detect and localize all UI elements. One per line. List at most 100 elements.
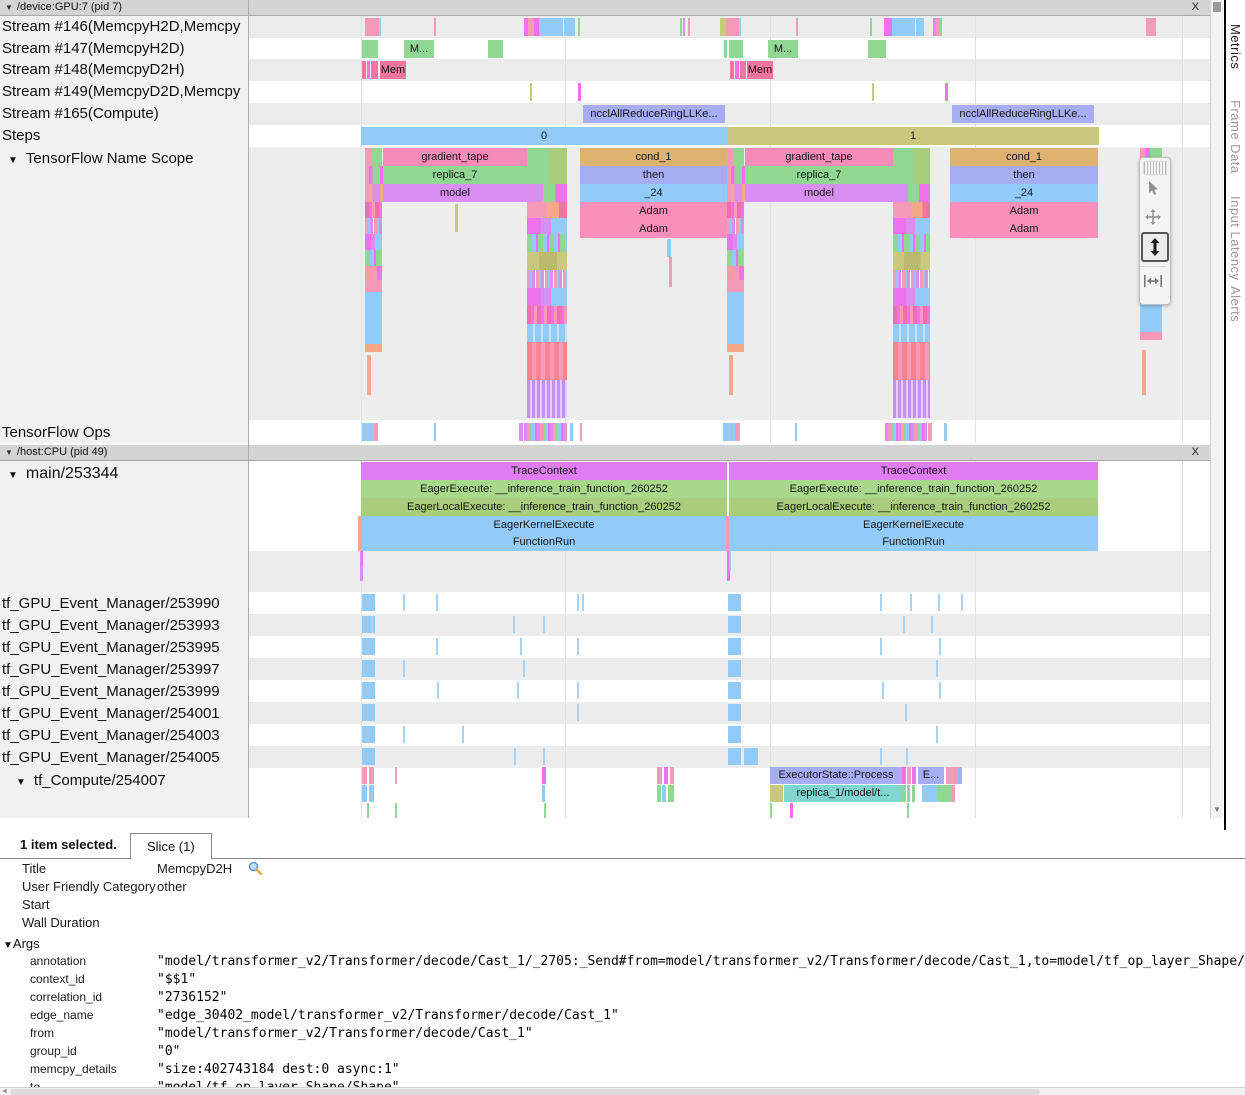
slice[interactable] bbox=[916, 18, 924, 36]
scope-slice[interactable]: model bbox=[745, 184, 893, 202]
scope-slice[interactable]: gradient_tape bbox=[745, 148, 893, 166]
event-tick[interactable] bbox=[577, 638, 579, 655]
compute-slice[interactable] bbox=[952, 785, 955, 802]
flame-cell[interactable] bbox=[527, 400, 567, 418]
slice[interactable] bbox=[683, 18, 685, 36]
event-slice[interactable] bbox=[362, 616, 375, 633]
flame-cell[interactable] bbox=[527, 148, 567, 166]
slice[interactable] bbox=[872, 83, 874, 101]
scope-slice[interactable]: replica_7 bbox=[745, 166, 893, 184]
horizontal-scrollbar-thumb[interactable] bbox=[10, 1089, 1040, 1095]
event-tick[interactable] bbox=[882, 682, 884, 699]
scope-slice[interactable]: replica_7 bbox=[383, 166, 527, 184]
compute-slice[interactable] bbox=[912, 767, 916, 784]
main-slice[interactable]: EagerLocalExecute: __inference_train_fun… bbox=[361, 498, 727, 516]
event-slice[interactable] bbox=[728, 748, 741, 765]
flame-cell[interactable] bbox=[365, 234, 382, 250]
flame-cell[interactable] bbox=[893, 400, 930, 418]
event-slice[interactable] bbox=[362, 594, 375, 611]
compute-slice[interactable] bbox=[362, 785, 367, 802]
event-tick[interactable] bbox=[880, 638, 882, 655]
event-tick[interactable] bbox=[543, 748, 545, 765]
slice[interactable] bbox=[870, 18, 872, 36]
labeled-slice[interactable]: ncclAllReduceRingLLKe... bbox=[583, 105, 725, 123]
slice[interactable] bbox=[884, 18, 892, 36]
ops-slice[interactable] bbox=[374, 423, 378, 441]
event-tick[interactable] bbox=[903, 616, 905, 633]
compute-slice[interactable] bbox=[907, 785, 910, 802]
slice[interactable] bbox=[371, 61, 378, 79]
flame-cell[interactable] bbox=[893, 380, 930, 400]
flame-cell[interactable] bbox=[527, 306, 567, 324]
scope-slice[interactable]: _24 bbox=[580, 184, 727, 202]
slice[interactable] bbox=[367, 61, 370, 79]
main-slice[interactable]: EagerKernelExecute bbox=[729, 516, 1098, 534]
slice[interactable] bbox=[379, 18, 381, 36]
flame-cell[interactable] bbox=[365, 280, 382, 292]
event-tick[interactable] bbox=[514, 748, 516, 765]
event-tick[interactable] bbox=[520, 638, 522, 655]
event-tick[interactable] bbox=[938, 594, 940, 611]
event-tick[interactable] bbox=[577, 704, 579, 721]
flame-cell[interactable] bbox=[893, 218, 930, 234]
scope-slice[interactable]: then bbox=[950, 166, 1098, 184]
flame-cell[interactable] bbox=[727, 280, 744, 292]
flame-cell[interactable] bbox=[365, 148, 382, 166]
event-tick[interactable] bbox=[961, 594, 963, 611]
slice[interactable] bbox=[578, 83, 581, 101]
event-slice[interactable] bbox=[362, 660, 375, 677]
slice[interactable] bbox=[680, 18, 682, 36]
main-sliver[interactable] bbox=[729, 551, 731, 571]
flame-tick[interactable] bbox=[742, 166, 745, 184]
labeled-slice[interactable]: 1 bbox=[727, 127, 1099, 145]
ops-slice[interactable] bbox=[570, 423, 573, 441]
vertical-scrollbar-thumb[interactable] bbox=[1213, 2, 1221, 12]
flame-tick[interactable] bbox=[667, 239, 671, 257]
flame-tick[interactable] bbox=[455, 204, 458, 232]
scope-slice[interactable]: cond_1 bbox=[950, 148, 1098, 166]
event-tick[interactable] bbox=[403, 594, 405, 611]
compute-slice[interactable] bbox=[946, 767, 958, 784]
event-slice[interactable] bbox=[362, 726, 375, 743]
flame-cell[interactable] bbox=[527, 342, 567, 360]
args-section-header[interactable]: ▼Args bbox=[3, 936, 40, 951]
main-sliver[interactable] bbox=[726, 516, 729, 551]
ops-slice[interactable] bbox=[580, 423, 582, 441]
slice[interactable] bbox=[726, 18, 739, 36]
event-tick[interactable] bbox=[910, 594, 912, 611]
magnifier-icon[interactable] bbox=[248, 861, 262, 875]
scroll-down-icon[interactable]: ▼ bbox=[1211, 802, 1223, 818]
sidebar-tab-alerts[interactable]: Alerts bbox=[1228, 286, 1243, 322]
flame-cell[interactable] bbox=[893, 342, 930, 360]
event-slice[interactable] bbox=[728, 638, 741, 655]
event-slice[interactable] bbox=[728, 616, 741, 633]
collapse-icon[interactable]: ▼ bbox=[5, 0, 13, 15]
selection-tool-button[interactable] bbox=[1140, 175, 1166, 203]
event-tick[interactable] bbox=[577, 682, 579, 699]
ops-slice[interactable] bbox=[795, 423, 797, 441]
labeled-slice[interactable]: M... bbox=[404, 40, 434, 58]
flame-cell[interactable] bbox=[527, 324, 567, 342]
compute-slice[interactable] bbox=[907, 767, 911, 784]
main-slice[interactable]: TraceContext bbox=[729, 462, 1098, 480]
flame-cell[interactable] bbox=[893, 252, 930, 270]
labeled-slice[interactable]: 0 bbox=[361, 127, 727, 145]
sidebar-tab-frame-data[interactable]: Frame Data bbox=[1228, 100, 1243, 174]
collapse-icon[interactable]: ▼ bbox=[8, 155, 18, 166]
compute-slice[interactable]: ExecutorState::Process bbox=[770, 767, 902, 784]
compute-slice[interactable] bbox=[907, 803, 909, 818]
scope-slice[interactable]: _24 bbox=[950, 184, 1098, 202]
collapse-icon[interactable]: ▼ bbox=[8, 470, 18, 481]
flame-cell[interactable] bbox=[527, 184, 567, 202]
flame-cell[interactable] bbox=[1140, 332, 1162, 340]
flame-tick[interactable] bbox=[729, 355, 733, 395]
flame-cell[interactable] bbox=[893, 166, 930, 184]
compute-slice[interactable] bbox=[922, 785, 938, 802]
compute-slice[interactable] bbox=[362, 767, 367, 784]
flame-cell[interactable] bbox=[365, 344, 382, 352]
event-tick[interactable] bbox=[880, 594, 882, 611]
main-slice[interactable]: EagerLocalExecute: __inference_train_fun… bbox=[729, 498, 1098, 516]
pan-tool-button[interactable] bbox=[1140, 203, 1166, 231]
flame-cell[interactable] bbox=[727, 250, 744, 266]
sidebar-tab-metrics[interactable]: Metrics bbox=[1228, 24, 1243, 69]
